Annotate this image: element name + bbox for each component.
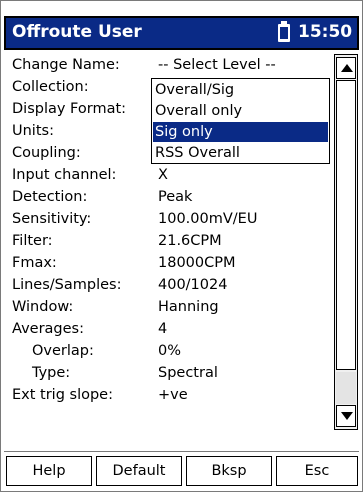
level-dropdown-list[interactable]: Overall/Sig Overall only Sig only RSS Ov… — [151, 78, 330, 164]
row-value[interactable]: Spectral — [158, 363, 218, 383]
row-value[interactable]: +ve — [158, 385, 188, 405]
row-label: Ext trig slope: — [12, 387, 113, 403]
battery-icon — [278, 21, 290, 42]
row-label: Window: — [12, 299, 74, 315]
row-label: Detection: — [12, 189, 88, 205]
arrow-up-icon — [341, 64, 353, 72]
softkey-bar: Help Default Bksp Esc — [4, 451, 359, 488]
row-value[interactable]: 21.6CPM — [158, 231, 222, 251]
row-label: Input channel: — [12, 167, 117, 183]
row-label: Units: — [12, 123, 54, 139]
row-label: Fmax: — [12, 255, 57, 271]
default-button[interactable]: Default — [96, 456, 182, 486]
scroll-thumb[interactable] — [336, 80, 356, 370]
row-label: Type: — [32, 365, 71, 381]
row-value[interactable]: 100.00mV/EU — [158, 209, 257, 229]
scroll-up-button[interactable] — [336, 57, 356, 79]
help-button[interactable]: Help — [6, 456, 92, 486]
row-label: Averages: — [12, 321, 84, 337]
dropdown-option-rss-overall[interactable]: RSS Overall — [153, 143, 328, 163]
clock: 15:50 — [298, 22, 353, 42]
scroll-track[interactable] — [336, 372, 356, 404]
scroll-down-button[interactable] — [336, 405, 356, 427]
row-value[interactable]: Hanning — [158, 297, 219, 317]
row-value[interactable]: 0% — [158, 341, 181, 361]
title-bar: Offroute User 15:50 — [4, 16, 359, 50]
vertical-scrollbar[interactable] — [334, 54, 358, 430]
row-value[interactable]: 400/1024 — [158, 275, 227, 295]
row-label: Coupling: — [12, 145, 81, 161]
dropdown-option-overall-only[interactable]: Overall only — [153, 101, 328, 121]
dropdown-option-sig-only[interactable]: Sig only — [153, 122, 328, 142]
row-label: Overlap: — [32, 343, 94, 359]
row-value[interactable]: X — [158, 165, 168, 185]
row-value[interactable]: 4 — [158, 319, 167, 339]
row-label: Change Name: — [12, 57, 120, 73]
row-value[interactable]: 18000CPM — [158, 253, 236, 273]
dropdown-option-overall-sig[interactable]: Overall/Sig — [153, 80, 328, 100]
row-value[interactable]: -- Select Level -- — [158, 55, 276, 75]
row-label: Lines/Samples: — [12, 277, 122, 293]
app-title: Offroute User — [12, 22, 142, 42]
esc-button[interactable]: Esc — [276, 456, 358, 486]
bksp-button[interactable]: Bksp — [186, 456, 272, 486]
row-label: Filter: — [12, 233, 53, 249]
row-value[interactable]: Peak — [158, 187, 192, 207]
row-label: Collection: — [12, 79, 89, 95]
arrow-down-icon — [341, 412, 353, 420]
row-label: Sensitivity: — [12, 211, 92, 227]
row-label: Display Format: — [12, 101, 127, 117]
